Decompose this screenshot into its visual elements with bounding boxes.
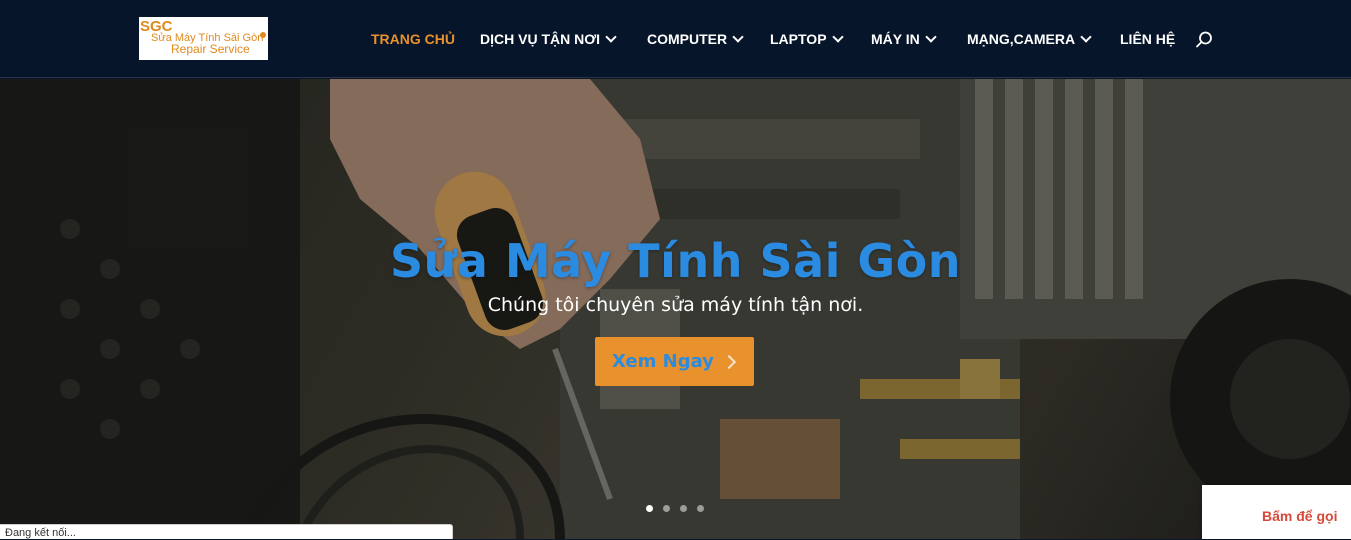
nav-item-label: TRANG CHỦ: [371, 31, 455, 47]
site-logo[interactable]: SGC Sửa Máy Tính Sài Gòn Repair Service: [139, 17, 268, 60]
browser-status-bar: Đang kết nối...: [0, 524, 453, 539]
nav-item-label: MÁY IN: [871, 31, 920, 47]
cta-label: Xem Ngay: [612, 351, 714, 372]
nav-item-computer[interactable]: COMPUTER: [647, 29, 744, 49]
slider-dot-2[interactable]: [663, 505, 670, 512]
search-icon[interactable]: [1194, 30, 1214, 50]
chevron-down-icon: [732, 31, 744, 43]
nav-item-label: LIÊN HỆ: [1120, 31, 1176, 47]
logo-subtagline: Repair Service: [171, 42, 250, 56]
nav-item-label: DỊCH VỤ TẬN NƠI: [480, 31, 601, 47]
call-now-button[interactable]: Bấm để gọi: [1202, 485, 1351, 539]
status-text: Đang kết nối...: [5, 527, 76, 539]
nav-item-trang-chu[interactable]: TRANG CHỦ: [371, 29, 455, 49]
nav-item-label: COMPUTER: [647, 31, 728, 47]
slider-dot-1[interactable]: [646, 505, 653, 512]
call-label: Bấm để gọi: [1262, 508, 1338, 524]
hero-title: Sửa Máy Tính Sài Gòn: [389, 234, 962, 288]
slider-dot-3[interactable]: [680, 505, 687, 512]
chevron-down-icon: [1080, 31, 1092, 43]
nav-item-dich-vu-tan-noi[interactable]: DỊCH VỤ TẬN NƠI: [480, 29, 617, 49]
nav-item-may-in[interactable]: MÁY IN: [871, 29, 937, 49]
chevron-down-icon: [831, 31, 844, 43]
hero-subtitle: Chúng tôi chuyên sửa máy tính tận nơi.: [487, 294, 864, 316]
hero-slider: Sửa Máy Tính Sài Gòn Chúng tôi chuyên sử…: [0, 79, 1351, 539]
slider-dot-4[interactable]: [697, 505, 704, 512]
nav-item-lien-he[interactable]: LIÊN HỆ: [1120, 29, 1175, 49]
nav-item-label: MẠNG,CAMERA: [967, 31, 1076, 47]
nav-item-label: LAPTOP: [770, 31, 827, 47]
nav-item-laptop[interactable]: LAPTOP: [770, 29, 844, 49]
cta-button-xem-ngay[interactable]: Xem Ngay: [595, 337, 754, 386]
site-header: SGC Sửa Máy Tính Sài Gòn Repair Service …: [0, 0, 1351, 78]
nav-item-mang-camera[interactable]: MẠNG,CAMERA: [967, 29, 1092, 49]
chevron-down-icon: [605, 31, 617, 43]
chevron-down-icon: [925, 31, 937, 43]
chevron-right-icon: [721, 354, 737, 370]
